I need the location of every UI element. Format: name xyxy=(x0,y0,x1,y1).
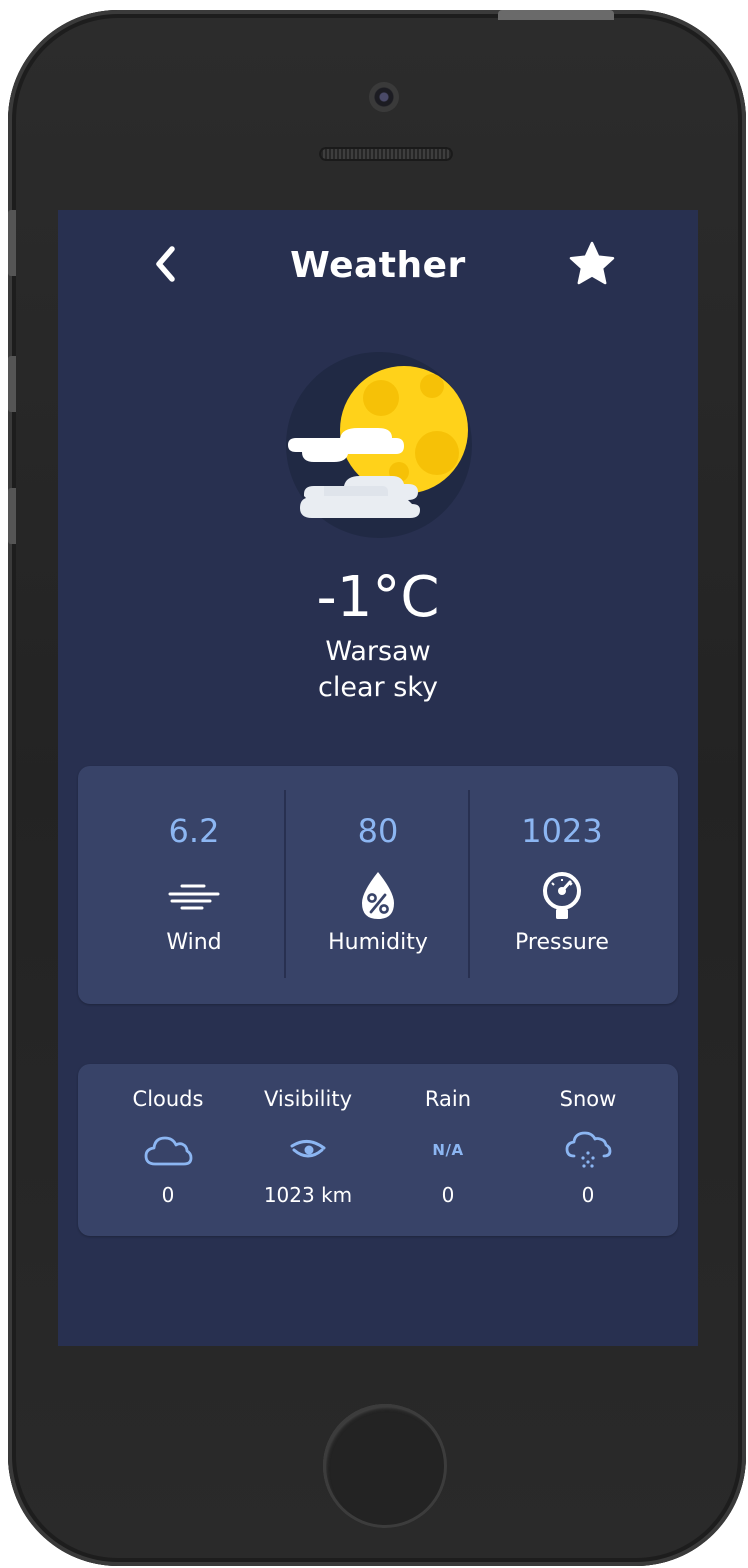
moon-clouds-icon xyxy=(284,350,474,540)
main-stats-card: 6.2 Wind 80 Humidity 1023 Pressure xyxy=(78,766,678,1004)
wind-icon xyxy=(166,868,222,924)
earpiece-speaker xyxy=(319,147,453,161)
rain-value: 0 xyxy=(441,1183,455,1207)
back-button[interactable] xyxy=(142,240,190,288)
humidity-stat: 80 Humidity xyxy=(286,766,470,1004)
eye-icon xyxy=(280,1130,336,1170)
humidity-value: 80 xyxy=(357,812,399,850)
weather-screen: Weather -1°C Warsaw clear sky 6.2 Wind 8… xyxy=(58,210,698,1346)
wind-stat: 6.2 Wind xyxy=(102,766,286,1004)
city-name: Warsaw xyxy=(325,636,431,667)
rain-label: Rain xyxy=(424,1087,472,1111)
home-button[interactable] xyxy=(323,1404,447,1528)
humidity-drop-icon xyxy=(350,868,406,924)
star-icon xyxy=(569,241,615,285)
rain-stat: Rain N/A 0 xyxy=(378,1064,518,1236)
cloud-icon xyxy=(140,1130,196,1170)
wind-value: 6.2 xyxy=(168,812,220,850)
page-title: Weather xyxy=(290,245,466,286)
visibility-label: Visibility xyxy=(263,1087,352,1111)
volume-down-button xyxy=(8,488,16,544)
pressure-label: Pressure xyxy=(515,930,609,955)
favorite-button[interactable] xyxy=(566,238,618,290)
chevron-left-icon xyxy=(156,246,175,282)
front-camera xyxy=(369,82,399,112)
snow-stat: Snow 0 xyxy=(518,1064,658,1236)
weather-description: clear sky xyxy=(318,672,438,703)
na-icon-text: N/A xyxy=(432,1141,464,1159)
pressure-stat: 1023 Pressure xyxy=(470,766,654,1004)
snow-value: 0 xyxy=(581,1183,595,1207)
wind-label: Wind xyxy=(166,930,222,955)
clouds-label: Clouds xyxy=(132,1087,204,1111)
power-button xyxy=(498,10,614,20)
pressure-value: 1023 xyxy=(521,812,603,850)
temperature: -1°C xyxy=(316,565,440,630)
navigation-bar: Weather xyxy=(58,210,698,320)
clouds-stat: Clouds 0 xyxy=(98,1064,238,1236)
visibility-stat: Visibility 1023 km xyxy=(238,1064,378,1236)
extra-stats-card: Clouds 0 Visibility 1023 km Rain N/A 0 S… xyxy=(78,1064,678,1236)
clouds-value: 0 xyxy=(161,1183,175,1207)
visibility-value: 1023 km xyxy=(263,1183,353,1207)
snow-cloud-icon xyxy=(560,1130,616,1170)
mute-switch xyxy=(8,210,16,276)
barometer-icon xyxy=(534,868,590,924)
humidity-label: Humidity xyxy=(328,930,428,955)
volume-up-button xyxy=(8,356,16,412)
na-icon: N/A xyxy=(420,1130,476,1170)
snow-label: Snow xyxy=(559,1087,617,1111)
